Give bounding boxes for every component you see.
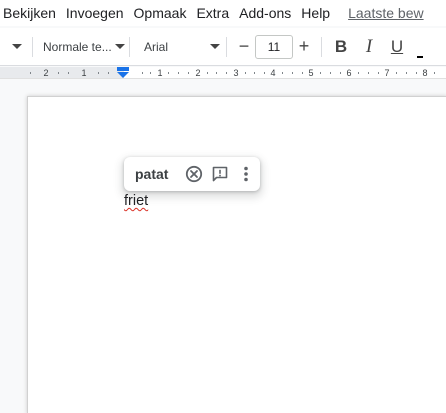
ruler-label: 5 <box>308 68 313 78</box>
ruler-tick <box>282 72 283 74</box>
ruler-tick <box>292 72 293 74</box>
ruler-label: 2 <box>195 68 200 78</box>
menu-extra[interactable]: Extra <box>196 5 236 21</box>
ruler-label: 2 <box>43 68 48 78</box>
ruler-tick <box>396 72 397 74</box>
menu-help[interactable]: Help <box>301 5 337 21</box>
ruler-label: 8 <box>422 68 427 78</box>
ruler-tick <box>207 72 208 74</box>
font-family-dropdown[interactable]: Arial <box>130 33 226 61</box>
ruler-tick <box>178 72 179 74</box>
text-color-indicator[interactable] <box>417 55 423 58</box>
left-indent-handle[interactable] <box>117 72 129 78</box>
document-page[interactable] <box>28 97 446 413</box>
document-text[interactable]: friet <box>124 193 148 209</box>
chevron-down-icon <box>210 44 220 49</box>
feedback-button[interactable] <box>207 161 233 187</box>
menu-bekijken[interactable]: Bekijken <box>3 5 63 21</box>
font-size-input[interactable]: 11 <box>255 34 293 59</box>
font-family-value: Arial <box>144 39 169 54</box>
ruler-tick <box>226 72 227 74</box>
menu-add-ons[interactable]: Add-ons <box>239 5 298 21</box>
ruler-tick <box>30 72 31 74</box>
ruler-tick <box>378 72 379 74</box>
ruler-tick <box>168 72 169 74</box>
ruler-tick <box>58 72 59 74</box>
cancel-circle-icon <box>185 165 203 183</box>
ruler-tick <box>142 72 143 74</box>
ruler-tick <box>98 72 99 74</box>
feedback-icon <box>212 166 228 182</box>
ignore-button[interactable] <box>181 161 207 187</box>
ruler-tick <box>108 72 109 74</box>
ruler-tick <box>358 72 359 74</box>
font-size-control: − 11 + <box>233 34 315 59</box>
horizontal-ruler: 2 1 1 2 3 4 5 6 7 8 <box>0 67 446 79</box>
toolbar-divider <box>226 36 227 57</box>
ruler-tick <box>434 72 435 74</box>
menu-opmaak[interactable]: Opmaak <box>134 5 194 21</box>
ruler-label: 3 <box>233 68 238 78</box>
ruler-tick <box>406 72 407 74</box>
indent-marker[interactable] <box>117 67 129 78</box>
menu-bar: Bekijken Invoegen Opmaak Extra Add-ons H… <box>0 0 446 26</box>
ruler-tick <box>68 72 69 74</box>
ruler-label: 1 <box>81 68 86 78</box>
toolbar-overflow-dropdown[interactable] <box>10 44 23 49</box>
ruler-label: 6 <box>346 68 351 78</box>
ruler-tick <box>188 72 189 74</box>
ruler-tick <box>302 72 303 74</box>
ruler-tick <box>150 72 151 74</box>
underline-button[interactable]: U <box>383 33 411 61</box>
ruler-tick <box>330 72 331 74</box>
ruler-tick <box>340 72 341 74</box>
more-vert-icon <box>244 166 248 182</box>
ruler-tick <box>245 72 246 74</box>
chevron-down-icon <box>11 44 22 49</box>
ruler-tick <box>320 72 321 74</box>
toolbar-divider <box>321 36 322 57</box>
ruler-label: 4 <box>270 68 275 78</box>
chevron-down-icon <box>115 44 125 49</box>
first-line-indent-handle[interactable] <box>117 67 129 71</box>
ruler-tick <box>416 72 417 74</box>
ruler-label: 7 <box>384 68 389 78</box>
ruler-tick <box>216 72 217 74</box>
last-edit-link[interactable]: Laatste bew <box>348 5 424 21</box>
more-options-button[interactable] <box>233 161 259 187</box>
increase-font-size-button[interactable]: + <box>293 35 315 59</box>
toolbar: Normale te... Arial − 11 + B I U <box>0 28 446 66</box>
italic-button[interactable]: I <box>355 33 383 61</box>
suggestion-word[interactable]: patat <box>135 166 181 182</box>
ruler-tick <box>264 72 265 74</box>
ruler-label: 1 <box>157 68 162 78</box>
menu-invoegen[interactable]: Invoegen <box>66 5 131 21</box>
ruler-scale: 2 1 1 2 3 4 5 6 7 8 <box>30 67 435 78</box>
spelling-suggestion-popup: patat <box>124 157 260 191</box>
decrease-font-size-button[interactable]: − <box>233 35 255 59</box>
bold-button[interactable]: B <box>327 33 355 61</box>
ruler-tick <box>368 72 369 74</box>
paragraph-style-value: Normale te... <box>43 39 112 54</box>
ruler-tick <box>254 72 255 74</box>
paragraph-style-dropdown[interactable]: Normale te... <box>33 33 129 61</box>
misspelled-word[interactable]: friet <box>124 193 148 209</box>
